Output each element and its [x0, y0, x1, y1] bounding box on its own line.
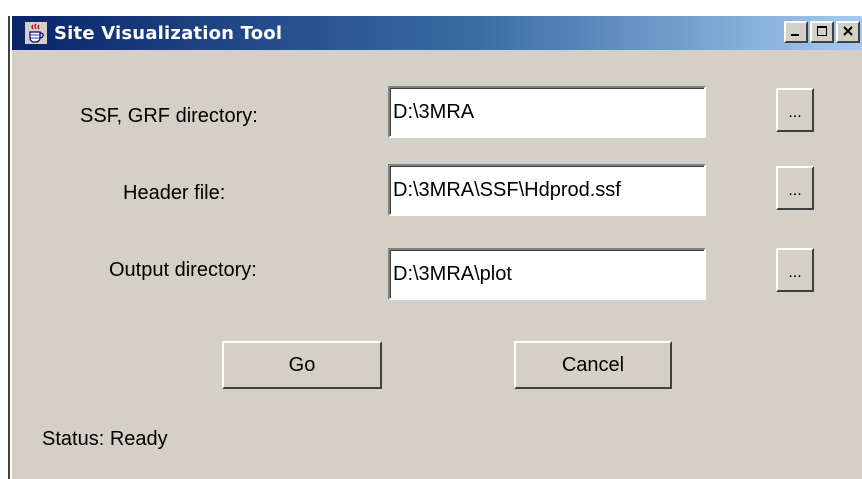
maximize-button[interactable]: [810, 21, 834, 43]
window-controls: [782, 21, 860, 43]
cancel-button-label: Cancel: [561, 353, 625, 376]
close-button[interactable]: [836, 21, 860, 43]
output-directory-input[interactable]: D:\3MRA\plot: [388, 248, 706, 300]
close-icon: [842, 25, 854, 40]
go-button[interactable]: Go: [222, 341, 382, 389]
ssf-grf-directory-input[interactable]: D:\3MRA: [388, 86, 706, 138]
java-cup-icon: [24, 21, 48, 45]
ssf-grf-directory-label: SSF, GRF directory:: [80, 105, 258, 127]
maximize-icon: [816, 25, 828, 40]
go-button-label: Go: [288, 353, 316, 376]
output-directory-label: Output directory:: [109, 259, 257, 281]
browse-output-directory-button[interactable]: ...: [776, 248, 814, 292]
ellipsis-label: ...: [788, 104, 802, 121]
site-visualization-window: Site Visualization Tool SSF, GRF directo…: [10, 16, 862, 479]
cancel-button[interactable]: Cancel: [514, 341, 672, 389]
header-file-input[interactable]: D:\3MRA\SSF\Hdprod.ssf: [388, 164, 706, 216]
status-text: Status: Ready: [42, 428, 168, 450]
window-title: Site Visualization Tool: [54, 22, 283, 44]
title-bar[interactable]: Site Visualization Tool: [12, 16, 862, 50]
browse-header-file-button[interactable]: ...: [776, 166, 814, 210]
ellipsis-label: ...: [788, 264, 802, 281]
minimize-button[interactable]: [784, 21, 808, 43]
header-file-label: Header file:: [123, 182, 226, 204]
minimize-icon: [790, 25, 802, 40]
ellipsis-label: ...: [788, 182, 802, 199]
browse-ssf-grf-directory-button[interactable]: ...: [776, 88, 814, 132]
